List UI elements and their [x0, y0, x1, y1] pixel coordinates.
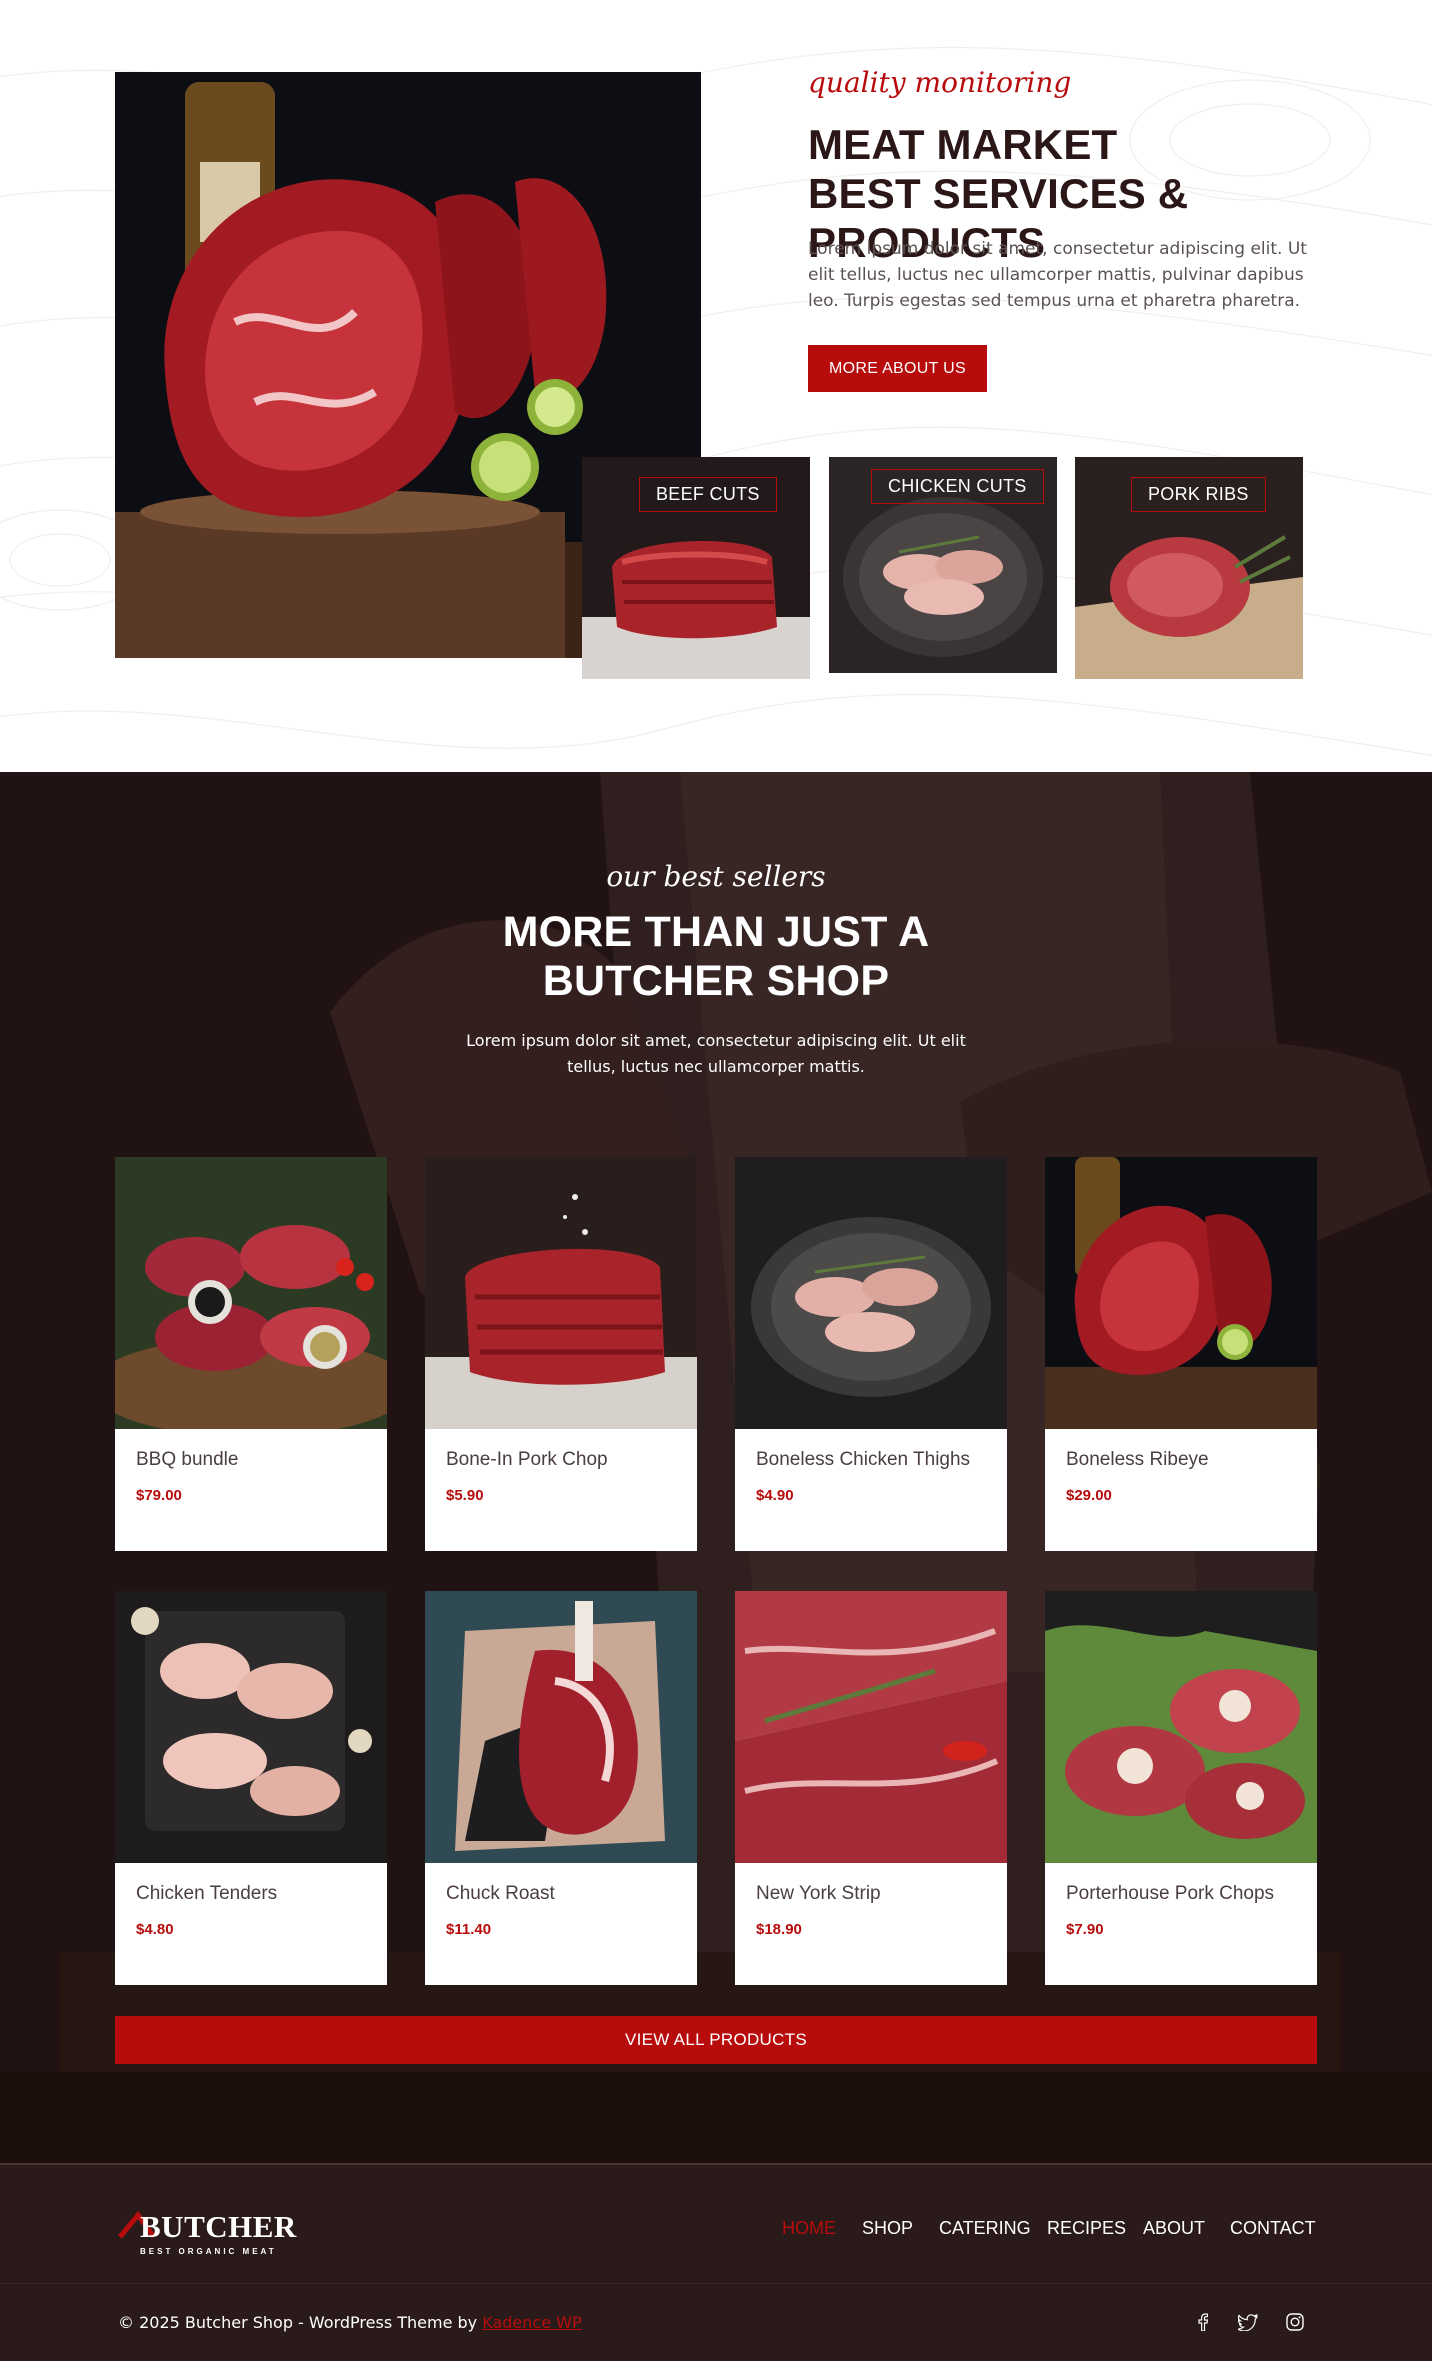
product-price: $79.00: [136, 1487, 182, 1504]
twitter-icon[interactable]: [1237, 2311, 1259, 2333]
product-name[interactable]: Bone-In Pork Chop: [446, 1449, 608, 1471]
best-sellers-section: our best sellers MORE THAN JUST A BUTCHE…: [0, 772, 1432, 2163]
product-name[interactable]: BBQ bundle: [136, 1449, 238, 1471]
copyright-text: © 2025 Butcher Shop - WordPress Theme by…: [118, 2313, 582, 2332]
nav-home[interactable]: HOME: [782, 2218, 836, 2239]
product-image[interactable]: [1045, 1157, 1317, 1429]
product-card[interactable]: Boneless Ribeye $29.00: [1045, 1157, 1317, 1551]
product-name[interactable]: New York Strip: [756, 1883, 881, 1905]
product-name[interactable]: Chicken Tenders: [136, 1883, 277, 1905]
category-label: PORK RIBS: [1131, 477, 1266, 512]
section-title: MORE THAN JUST A BUTCHER SHOP: [502, 908, 930, 1005]
butcher-logo[interactable]: BUTCHER BEST ORGANIC MEAT: [118, 2207, 296, 2263]
product-price: $18.90: [756, 1921, 802, 1938]
product-name[interactable]: Chuck Roast: [446, 1883, 555, 1905]
nav-about[interactable]: ABOUT: [1143, 2218, 1205, 2239]
nav-shop[interactable]: SHOP: [862, 2218, 913, 2239]
kadence-wp-link[interactable]: Kadence WP: [482, 2313, 581, 2332]
facebook-icon[interactable]: [1192, 2311, 1214, 2333]
product-price: $29.00: [1066, 1487, 1112, 1504]
category-tile-pork-ribs[interactable]: PORK RIBS: [1075, 457, 1303, 679]
section-description: Lorem ipsum dolor sit amet, consectetur …: [466, 1031, 966, 1076]
product-card[interactable]: Boneless Chicken Thighs $4.90: [735, 1157, 1007, 1551]
product-card[interactable]: Chicken Tenders $4.80: [115, 1591, 387, 1985]
product-image[interactable]: [735, 1157, 1007, 1429]
category-label: BEEF CUTS: [639, 477, 777, 512]
product-name[interactable]: Porterhouse Pork Chops: [1066, 1883, 1274, 1905]
product-image[interactable]: [425, 1157, 697, 1429]
logo-wordmark: BUTCHER: [140, 2209, 297, 2244]
section-description: Lorem ipsum dolor sit amet, consectetur …: [808, 239, 1307, 311]
product-card[interactable]: Bone-In Pork Chop $5.90: [425, 1157, 697, 1551]
product-image[interactable]: [735, 1591, 1007, 1863]
product-card[interactable]: New York Strip $18.90: [735, 1591, 1007, 1985]
nav-recipes[interactable]: RECIPES: [1047, 2218, 1126, 2239]
product-price: $5.90: [446, 1487, 484, 1504]
site-footer: BUTCHER BEST ORGANIC MEAT HOME SHOP CATE…: [0, 2163, 1432, 2361]
nav-contact[interactable]: CONTACT: [1230, 2218, 1316, 2239]
category-tile-chicken-cuts[interactable]: CHICKEN CUTS: [829, 457, 1057, 673]
product-card[interactable]: Chuck Roast $11.40: [425, 1591, 697, 1985]
product-card[interactable]: BBQ bundle $79.00: [115, 1157, 387, 1551]
nav-catering[interactable]: CATERING: [939, 2218, 1031, 2239]
product-price: $11.40: [446, 1921, 492, 1938]
product-image[interactable]: [1045, 1591, 1317, 1863]
product-name[interactable]: Boneless Chicken Thighs: [756, 1449, 970, 1471]
category-tile-beef-cuts[interactable]: BEEF CUTS: [582, 457, 810, 679]
product-price: $4.90: [756, 1487, 794, 1504]
view-all-products-button[interactable]: VIEW ALL PRODUCTS: [115, 2016, 1317, 2064]
section-kicker: quality monitoring: [808, 66, 1072, 99]
more-about-us-button[interactable]: MORE ABOUT US: [808, 345, 987, 392]
logo-tagline: BEST ORGANIC MEAT: [140, 2247, 277, 2256]
instagram-icon[interactable]: [1284, 2311, 1306, 2333]
product-price: $4.80: [136, 1921, 174, 1938]
copyright-label: © 2025 Butcher Shop - WordPress Theme by: [118, 2313, 478, 2332]
about-section: quality monitoring MEAT MARKET BEST SERV…: [0, 0, 1432, 772]
product-image[interactable]: [115, 1157, 387, 1429]
product-card[interactable]: Porterhouse Pork Chops $7.90: [1045, 1591, 1317, 1985]
footer-divider: [0, 2283, 1432, 2284]
product-image[interactable]: [115, 1591, 387, 1863]
category-label: CHICKEN CUTS: [871, 469, 1044, 504]
product-image[interactable]: [425, 1591, 697, 1863]
section-kicker: our best sellers: [606, 860, 826, 893]
product-name[interactable]: Boneless Ribeye: [1066, 1449, 1209, 1471]
product-price: $7.90: [1066, 1921, 1104, 1938]
